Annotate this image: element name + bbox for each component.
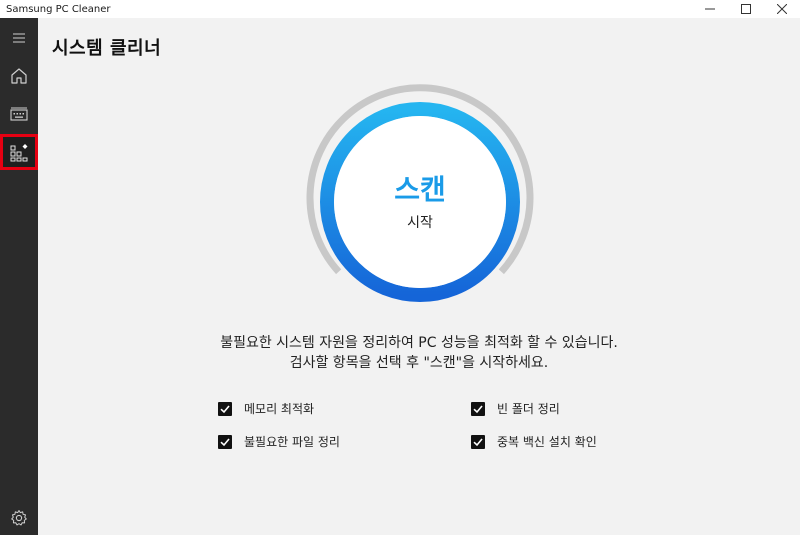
sidebar-item-system-cleaner[interactable] — [0, 134, 38, 170]
keyboard-icon — [10, 107, 28, 121]
settings-icon — [11, 510, 27, 526]
description-line-2: 검사할 항목을 선택 후 "스캔"을 시작하세요. — [289, 355, 549, 371]
scan-label: 스캔 — [394, 173, 446, 206]
page-title: 시스템 클리너 — [52, 38, 162, 59]
checkbox-checked[interactable] — [471, 401, 485, 416]
close-button[interactable] — [764, 0, 800, 18]
sidebar-item-keyboard[interactable] — [0, 98, 38, 130]
option-label: 빈 폴더 정리 — [497, 402, 560, 416]
app-title: Samsung PC Cleaner — [6, 3, 111, 15]
check-icon — [473, 437, 483, 446]
checkbox-checked[interactable] — [471, 434, 485, 449]
sidebar — [0, 18, 38, 535]
option-label: 중복 백신 설치 확인 — [497, 435, 597, 449]
option-memory-optimize[interactable]: 메모리 최적화 — [218, 400, 314, 417]
home-icon — [11, 68, 27, 84]
minimize-button[interactable] — [692, 0, 728, 18]
menu-icon — [13, 33, 25, 43]
option-label: 메모리 최적화 — [244, 402, 315, 416]
scan-sub-label: 시작 — [407, 215, 433, 231]
option-duplicate-antivirus-check[interactable]: 중복 백신 설치 확인 — [471, 433, 597, 450]
sidebar-menu-button[interactable] — [0, 22, 38, 54]
window-controls — [692, 0, 800, 18]
maximize-button[interactable] — [728, 0, 764, 18]
option-empty-folder-cleanup[interactable]: 빈 폴더 정리 — [471, 400, 560, 417]
scan-start-button[interactable]: 스캔 시작 — [334, 116, 506, 288]
system-cleaner-icon — [10, 144, 28, 162]
sidebar-item-home[interactable] — [0, 60, 38, 92]
checkbox-checked[interactable] — [218, 434, 232, 449]
option-unnecessary-file-cleanup[interactable]: 불필요한 파일 정리 — [218, 433, 340, 450]
title-bar: Samsung PC Cleaner — [0, 0, 800, 18]
option-label: 불필요한 파일 정리 — [244, 435, 340, 449]
close-icon — [777, 4, 787, 14]
maximize-icon — [741, 4, 751, 14]
check-icon — [220, 404, 230, 413]
checkbox-checked[interactable] — [218, 401, 232, 416]
check-icon — [473, 404, 483, 413]
sidebar-item-settings[interactable] — [0, 502, 38, 534]
minimize-icon — [705, 8, 715, 10]
scan-area: 스캔 시작 — [300, 82, 540, 322]
description-line-1: 불필요한 시스템 자원을 정리하여 PC 성능을 최적화 할 수 있습니다. — [220, 335, 618, 351]
check-icon — [220, 437, 230, 446]
